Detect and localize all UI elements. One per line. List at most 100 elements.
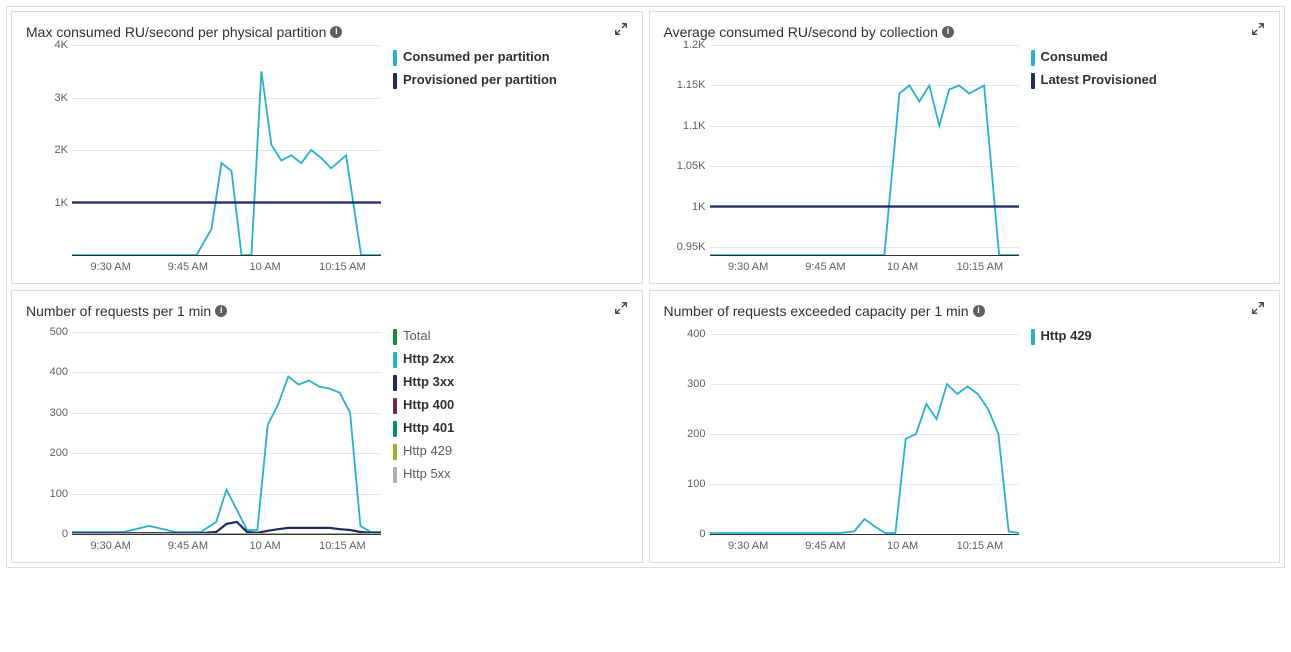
y-tick-label: 0.95K xyxy=(677,241,706,253)
y-tick-label: 1.15K xyxy=(677,79,706,91)
legend-label: Http 429 xyxy=(1041,328,1092,344)
legend-label: Http 401 xyxy=(403,420,454,436)
x-tick-label: 10:15 AM xyxy=(304,261,381,273)
y-tick-label: 400 xyxy=(687,328,705,340)
legend-swatch xyxy=(1031,73,1035,89)
y-tick-label: 1K xyxy=(55,197,68,209)
legend-label: Consumed per partition xyxy=(403,49,550,65)
legend-swatch xyxy=(1031,329,1035,345)
series-line xyxy=(710,384,1019,533)
legend-item[interactable]: Http 429 xyxy=(393,443,628,460)
legend-item[interactable]: Total xyxy=(393,328,628,345)
chart-lines xyxy=(710,45,1019,255)
x-tick-label: 10:15 AM xyxy=(304,540,381,552)
chart-card: Number of requests per 1 min i 500 400 300 20… xyxy=(11,290,643,563)
legend-label: Http 5xx xyxy=(403,466,451,482)
y-tick-label: 4K xyxy=(55,39,68,51)
info-icon[interactable]: i xyxy=(215,305,227,317)
x-tick-label: 10:15 AM xyxy=(941,540,1018,552)
y-tick-label: 300 xyxy=(687,378,705,390)
x-tick-label: 9:30 AM xyxy=(710,540,787,552)
legend-item[interactable]: Consumed per partition xyxy=(393,49,628,66)
legend-item[interactable]: Http 2xx xyxy=(393,351,628,368)
chart-legend: Consumed per partition Provisioned per pa… xyxy=(393,45,628,275)
chart-card: Average consumed RU/second by collection… xyxy=(649,11,1281,284)
legend-label: Consumed xyxy=(1041,49,1108,65)
legend-item[interactable]: Provisioned per partition xyxy=(393,72,628,89)
y-tick-label: 400 xyxy=(50,366,68,378)
expand-icon[interactable] xyxy=(614,22,628,41)
y-tick-label: 200 xyxy=(50,447,68,459)
y-tick-label: 2K xyxy=(55,144,68,156)
legend-swatch xyxy=(393,375,397,391)
chart-lines xyxy=(72,324,381,534)
chart-legend: Consumed Latest Provisioned xyxy=(1031,45,1266,275)
info-icon[interactable]: i xyxy=(973,305,985,317)
legend-label: Http 429 xyxy=(403,443,452,459)
card-title: Max consumed RU/second per physical part… xyxy=(26,24,326,40)
y-tick-label: 200 xyxy=(687,428,705,440)
x-tick-labels: 9:30 AM9:45 AM10 AM10:15 AM xyxy=(710,534,1019,552)
y-tick-label: 1.05K xyxy=(677,160,706,172)
x-tick-label: 9:30 AM xyxy=(72,540,149,552)
chart-plot: 4K3K2K1K9:30 AM9:45 AM10 AM10:15 AM xyxy=(26,45,381,275)
legend-item[interactable]: Http 429 xyxy=(1031,328,1266,345)
legend-item[interactable]: Latest Provisioned xyxy=(1031,72,1266,89)
info-icon[interactable]: i xyxy=(942,26,954,38)
y-tick-label: 1K xyxy=(692,201,705,213)
chart-lines xyxy=(710,324,1019,534)
chart-card: Max consumed RU/second per physical part… xyxy=(11,11,643,284)
y-tick-label: 300 xyxy=(50,407,68,419)
y-tick-label: 100 xyxy=(687,478,705,490)
y-tick-label: 1.1K xyxy=(683,120,706,132)
expand-icon[interactable] xyxy=(1251,22,1265,41)
legend-item[interactable]: Http 401 xyxy=(393,420,628,437)
expand-icon[interactable] xyxy=(1251,301,1265,320)
x-tick-label: 9:30 AM xyxy=(72,261,149,273)
expand-icon[interactable] xyxy=(614,301,628,320)
x-tick-labels: 9:30 AM9:45 AM10 AM10:15 AM xyxy=(72,255,381,273)
dashboard: Max consumed RU/second per physical part… xyxy=(6,6,1285,568)
legend-item[interactable]: Consumed xyxy=(1031,49,1266,66)
x-tick-label: 10 AM xyxy=(227,540,304,552)
chart-plot: 1.2K1.15K1.1K1.05K1K0.95K9:30 AM9:45 AM1… xyxy=(664,45,1019,275)
card-title: Number of requests per 1 min xyxy=(26,303,211,319)
series-line xyxy=(72,71,381,255)
legend-swatch xyxy=(393,444,397,460)
series-line xyxy=(710,85,1019,255)
legend-item[interactable]: Http 5xx xyxy=(393,466,628,483)
legend-swatch xyxy=(393,398,397,414)
chart-legend: Http 429 xyxy=(1031,324,1266,554)
legend-label: Http 2xx xyxy=(403,351,454,367)
x-tick-label: 10 AM xyxy=(864,540,941,552)
legend-label: Latest Provisioned xyxy=(1041,72,1157,88)
x-tick-label: 10:15 AM xyxy=(941,261,1018,273)
card-header: Average consumed RU/second by collection… xyxy=(664,22,1266,41)
x-tick-label: 9:45 AM xyxy=(149,540,226,552)
card-title: Number of requests exceeded capacity per… xyxy=(664,303,969,319)
y-tick-label: 500 xyxy=(50,326,68,338)
chart-lines xyxy=(72,45,381,255)
x-tick-label: 9:45 AM xyxy=(787,540,864,552)
x-tick-labels: 9:30 AM9:45 AM10 AM10:15 AM xyxy=(72,534,381,552)
legend-item[interactable]: Http 400 xyxy=(393,397,628,414)
x-tick-label: 9:45 AM xyxy=(149,261,226,273)
legend-swatch xyxy=(393,421,397,437)
legend-item[interactable]: Http 3xx xyxy=(393,374,628,391)
y-tick-label: 1.2K xyxy=(683,39,706,51)
y-tick-label: 0 xyxy=(699,528,705,540)
card-header: Number of requests per 1 min i xyxy=(26,301,628,320)
chart-card: Number of requests exceeded capacity per… xyxy=(649,290,1281,563)
chart-legend: Total Http 2xx Http 3xx Http 400 Http 401 Htt… xyxy=(393,324,628,554)
y-tick-label: 100 xyxy=(50,488,68,500)
legend-swatch xyxy=(393,352,397,368)
y-tick-label: 0 xyxy=(62,528,68,540)
x-tick-label: 9:30 AM xyxy=(710,261,787,273)
legend-swatch xyxy=(393,467,397,483)
card-header: Max consumed RU/second per physical part… xyxy=(26,22,628,41)
info-icon[interactable]: i xyxy=(330,26,342,38)
legend-label: Provisioned per partition xyxy=(403,72,557,88)
x-tick-labels: 9:30 AM9:45 AM10 AM10:15 AM xyxy=(710,255,1019,273)
legend-swatch xyxy=(393,50,397,66)
x-tick-label: 10 AM xyxy=(227,261,304,273)
